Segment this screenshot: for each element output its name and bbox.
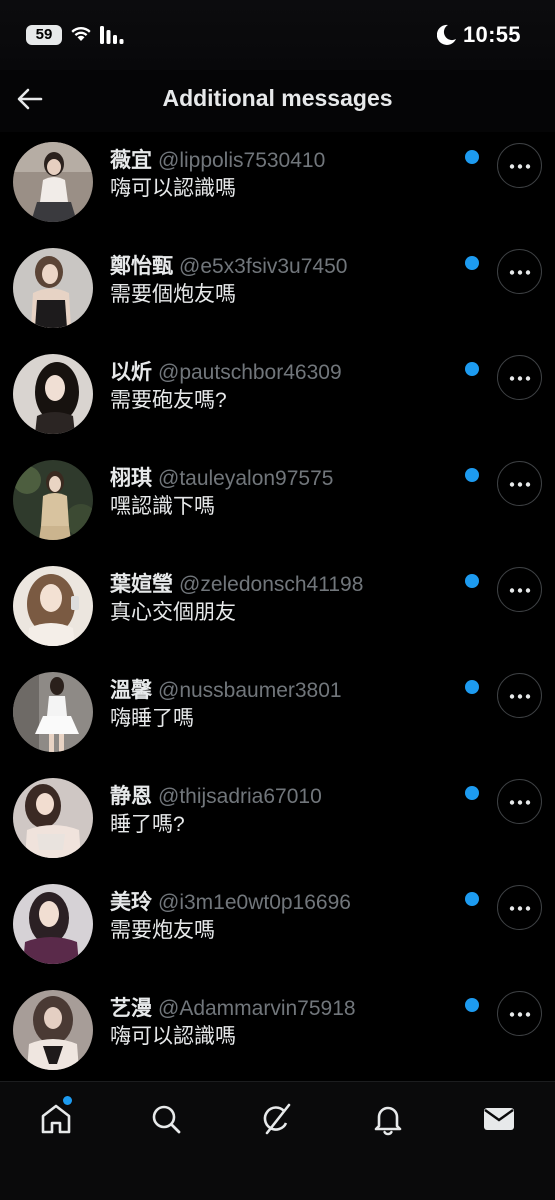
more-options-button[interactable]	[497, 249, 542, 294]
user-handle: @nussbaumer3801	[158, 679, 342, 702]
message-preview: 嗨睡了嗎	[110, 707, 194, 730]
home-notification-dot	[63, 1096, 72, 1105]
search-icon[interactable]	[144, 1097, 188, 1141]
more-options-button[interactable]	[497, 143, 542, 188]
name-line: 静恩 @thijsadria67010	[110, 780, 322, 808]
more-dots-icon	[509, 376, 531, 381]
unread-indicator	[465, 468, 479, 482]
user-handle: @zeledonsch41198	[179, 573, 364, 596]
message-row[interactable]: 静恩 @thijsadria67010 睡了嗎?	[0, 768, 555, 874]
avatar[interactable]	[13, 884, 93, 964]
more-dots-icon	[509, 1012, 531, 1017]
more-options-button[interactable]	[497, 673, 542, 718]
more-dots-icon	[509, 270, 531, 275]
grok-icon[interactable]	[255, 1097, 299, 1141]
moon-icon	[437, 24, 456, 45]
message-preview: 嗨可以認識嗎	[110, 1025, 236, 1048]
battery-indicator: 59	[26, 25, 62, 45]
more-dots-icon	[509, 164, 531, 169]
user-handle: @pautschbor46309	[158, 361, 342, 384]
name-line: 鄭怡甄 @e5x3fsiv3u7450	[110, 250, 347, 278]
unread-indicator	[465, 256, 479, 270]
header: Additional messages	[0, 70, 555, 132]
display-name: 美玲	[110, 891, 152, 914]
avatar[interactable]	[13, 990, 93, 1070]
status-bar: 59 10:55	[0, 0, 555, 70]
message-row[interactable]: 鄭怡甄 @e5x3fsiv3u7450 需要個炮友嗎	[0, 238, 555, 344]
more-options-button[interactable]	[497, 885, 542, 930]
unread-indicator	[465, 362, 479, 376]
message-preview: 睡了嗎?	[110, 813, 185, 836]
avatar[interactable]	[13, 672, 93, 752]
display-name: 栩琪	[110, 467, 152, 490]
message-preview: 需要個炮友嗎	[110, 283, 236, 306]
message-row[interactable]: 艺漫 @Adammarvin75918 嗨可以認識嗎	[0, 980, 555, 1086]
more-dots-icon	[509, 694, 531, 699]
name-line: 葉媗瑩 @zeledonsch41198	[110, 568, 363, 596]
status-time: 10:55	[463, 22, 521, 47]
display-name: 鄭怡甄	[110, 255, 173, 278]
name-line: 溫馨 @nussbaumer3801	[110, 674, 342, 702]
display-name: 以炘	[110, 361, 152, 384]
user-handle: @lippolis7530410	[158, 149, 326, 172]
display-name: 艺漫	[110, 997, 152, 1020]
more-dots-icon	[509, 588, 531, 593]
avatar[interactable]	[13, 248, 93, 328]
name-line: 美玲 @i3m1e0wt0p16696	[110, 886, 351, 914]
name-line: 薇宜 @lippolis7530410	[110, 144, 325, 172]
more-options-button[interactable]	[497, 461, 542, 506]
message-row[interactable]: 薇宜 @lippolis7530410 嗨可以認識嗎	[0, 132, 555, 238]
mail-icon[interactable]	[477, 1097, 521, 1141]
user-handle: @Adammarvin75918	[158, 997, 356, 1020]
display-name: 薇宜	[110, 149, 152, 172]
message-row[interactable]: 美玲 @i3m1e0wt0p16696 需要炮友嗎	[0, 874, 555, 980]
home-icon[interactable]	[34, 1097, 78, 1141]
unread-indicator	[465, 574, 479, 588]
wifi-icon	[71, 26, 91, 41]
bottom-navigation	[0, 1081, 555, 1200]
user-handle: @e5x3fsiv3u7450	[179, 255, 348, 278]
display-name: 葉媗瑩	[110, 573, 173, 596]
more-options-button[interactable]	[497, 567, 542, 612]
unread-indicator	[465, 680, 479, 694]
message-preview: 嘿認識下嗎	[110, 495, 215, 518]
unread-indicator	[465, 892, 479, 906]
name-line: 栩琪 @tauleyalon97575	[110, 462, 333, 490]
page-title: Additional messages	[162, 85, 393, 111]
unread-indicator	[465, 998, 479, 1012]
name-line: 艺漫 @Adammarvin75918	[110, 992, 356, 1020]
more-dots-icon	[509, 800, 531, 805]
message-preview: 嗨可以認識嗎	[110, 177, 236, 200]
avatar[interactable]	[13, 778, 93, 858]
message-preview: 需要砲友嗎?	[110, 389, 227, 412]
unread-indicator	[465, 786, 479, 800]
bell-icon[interactable]	[366, 1097, 410, 1141]
message-row[interactable]: 葉媗瑩 @zeledonsch41198 真心交個朋友	[0, 556, 555, 662]
message-list: 薇宜 @lippolis7530410 嗨可以認識嗎 鄭怡甄 @e5x3fsiv3	[0, 132, 555, 1086]
avatar[interactable]	[13, 354, 93, 434]
display-name: 静恩	[110, 785, 152, 808]
screen: 59 10:55 Additional messages 薇宜 @lippoli…	[0, 0, 555, 1200]
user-handle: @tauleyalon97575	[158, 467, 334, 490]
user-handle: @i3m1e0wt0p16696	[158, 891, 351, 914]
avatar[interactable]	[13, 142, 93, 222]
cellular-signal-icon	[100, 26, 124, 44]
message-row[interactable]: 栩琪 @tauleyalon97575 嘿認識下嗎	[0, 450, 555, 556]
message-preview: 真心交個朋友	[110, 601, 236, 624]
more-options-button[interactable]	[497, 779, 542, 824]
avatar[interactable]	[13, 566, 93, 646]
user-handle: @thijsadria67010	[158, 785, 322, 808]
unread-indicator	[465, 150, 479, 164]
more-dots-icon	[509, 906, 531, 911]
message-row[interactable]: 以炘 @pautschbor46309 需要砲友嗎?	[0, 344, 555, 450]
more-options-button[interactable]	[497, 991, 542, 1036]
more-options-button[interactable]	[497, 355, 542, 400]
message-preview: 需要炮友嗎	[110, 919, 215, 942]
more-dots-icon	[509, 482, 531, 487]
message-row[interactable]: 溫馨 @nussbaumer3801 嗨睡了嗎	[0, 662, 555, 768]
name-line: 以炘 @pautschbor46309	[110, 356, 342, 384]
avatar[interactable]	[13, 460, 93, 540]
display-name: 溫馨	[110, 679, 152, 702]
